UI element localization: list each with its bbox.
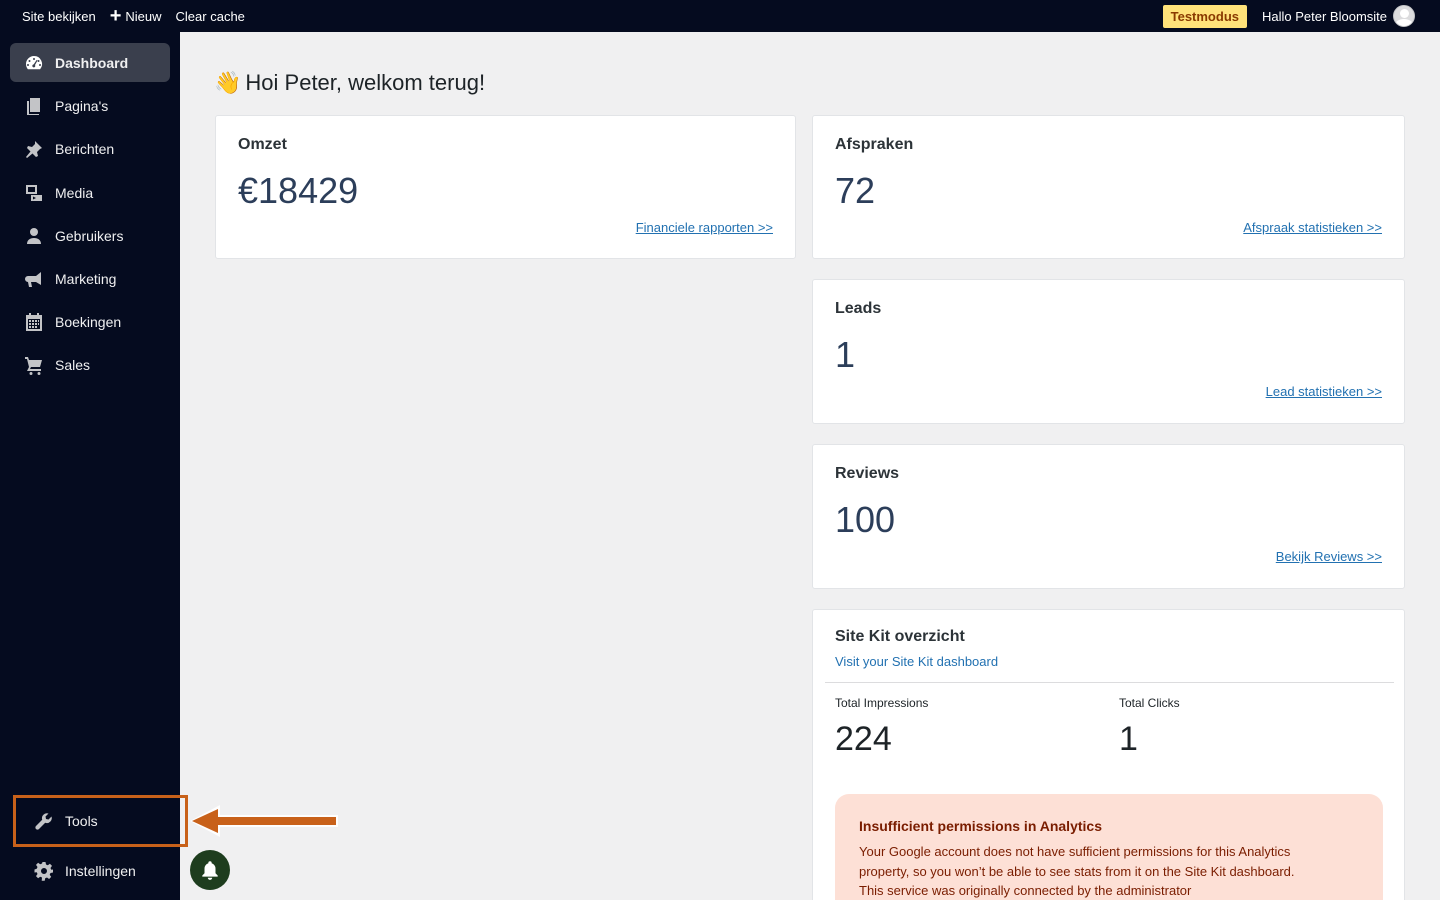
card-title: Afspraken: [835, 136, 914, 153]
card-value: 1: [835, 334, 856, 375]
card-value: €18429: [238, 170, 359, 211]
sidebar-item-label: Dashboard: [55, 54, 129, 71]
pages-icon: [23, 96, 45, 116]
clear-cache-button[interactable]: Clear cache: [169, 0, 252, 32]
sitekit-title: Site Kit overzicht: [835, 628, 965, 645]
sidebar-item-bookings[interactable]: Boekingen: [10, 302, 170, 341]
sidebar-item-sales[interactable]: Sales: [10, 345, 170, 384]
page-title: 👋 Hoi Peter, welkom terug!: [214, 70, 485, 96]
leads-card: Leads 1 Lead statistieken >>: [812, 279, 1405, 424]
tools-highlight-box: [13, 795, 188, 847]
sidebar-item-marketing[interactable]: Marketing: [10, 259, 170, 298]
analytics-permission-alert: Insufficient permissions in Analytics Yo…: [835, 794, 1383, 900]
user-greeting: Hallo Peter Bloomsite: [1262, 8, 1387, 24]
lead-stats-link[interactable]: Lead statistieken >>: [1266, 384, 1382, 399]
card-title: Leads: [835, 300, 882, 317]
sidebar-item-settings[interactable]: Instellingen: [20, 851, 170, 890]
sidebar-item-label: Pagina's: [55, 97, 109, 114]
annotation-arrow: [190, 805, 338, 837]
dashboard-icon: [23, 53, 45, 73]
appointment-stats-link[interactable]: Afspraak statistieken >>: [1243, 220, 1382, 235]
sidebar-item-label: Boekingen: [55, 313, 122, 330]
card-value: 100: [835, 499, 896, 540]
sidebar-item-label: Instellingen: [65, 862, 136, 879]
sitekit-card: Site Kit overzicht Visit your Site Kit d…: [812, 609, 1405, 900]
card-title: Omzet: [238, 136, 287, 153]
bell-icon: [202, 861, 218, 880]
alert-title: Insufficient permissions in Analytics: [859, 818, 1102, 834]
gear-icon: [33, 861, 55, 881]
user-icon: [23, 226, 45, 246]
view-reviews-link[interactable]: Bekijk Reviews >>: [1276, 549, 1382, 564]
cart-icon: [23, 355, 45, 375]
sitekit-dashboard-link[interactable]: Visit your Site Kit dashboard: [835, 654, 998, 669]
sidebar-item-media[interactable]: Media: [10, 173, 170, 212]
sidebar-item-dashboard[interactable]: Dashboard: [10, 43, 170, 82]
notification-bell-button[interactable]: [190, 850, 230, 890]
admin-bar: Site bekijken + Nieuw Clear cache Testmo…: [0, 0, 1440, 32]
view-site-link[interactable]: Site bekijken: [15, 0, 103, 32]
sidebar-item-pages[interactable]: Pagina's: [10, 86, 170, 125]
sidebar-item-label: Sales: [55, 356, 91, 373]
user-account-menu[interactable]: Hallo Peter Bloomsite: [1255, 0, 1422, 32]
avatar: [1393, 5, 1415, 27]
divider: [825, 682, 1394, 683]
pin-icon: [23, 139, 45, 159]
plus-icon: +: [109, 5, 122, 27]
wave-icon: 👋: [214, 70, 242, 95]
sidebar-item-label: Berichten: [55, 140, 115, 157]
sidebar-item-label: Media: [55, 184, 94, 201]
new-content-button[interactable]: + Nieuw: [103, 0, 169, 32]
sidebar-item-posts[interactable]: Berichten: [10, 129, 170, 168]
sidebar-item-label: Gebruikers: [55, 227, 124, 244]
test-mode-badge[interactable]: Testmodus: [1162, 4, 1247, 28]
new-label: Nieuw: [125, 8, 162, 24]
financial-reports-link[interactable]: Financiele rapporten >>: [636, 220, 773, 235]
appointments-card: Afspraken 72 Afspraak statistieken >>: [812, 115, 1405, 259]
calendar-icon: [23, 312, 45, 332]
impressions-value: 224: [835, 720, 892, 758]
sidebar-item-label: Marketing: [55, 270, 117, 287]
card-value: 72: [835, 170, 876, 211]
reviews-card: Reviews 100 Bekijk Reviews >>: [812, 444, 1405, 589]
impressions-label: Total Impressions: [835, 696, 929, 710]
card-title: Reviews: [835, 465, 900, 482]
revenue-card: Omzet €18429 Financiele rapporten >>: [215, 115, 796, 259]
sidebar-item-users[interactable]: Gebruikers: [10, 216, 170, 255]
megaphone-icon: [23, 269, 45, 289]
clicks-label: Total Clicks: [1119, 696, 1180, 710]
media-icon: [23, 183, 45, 203]
alert-body: Your Google account does not have suffic…: [859, 844, 1295, 898]
clicks-value: 1: [1119, 720, 1138, 758]
greeting-text: Hoi Peter, welkom terug!: [245, 70, 486, 95]
